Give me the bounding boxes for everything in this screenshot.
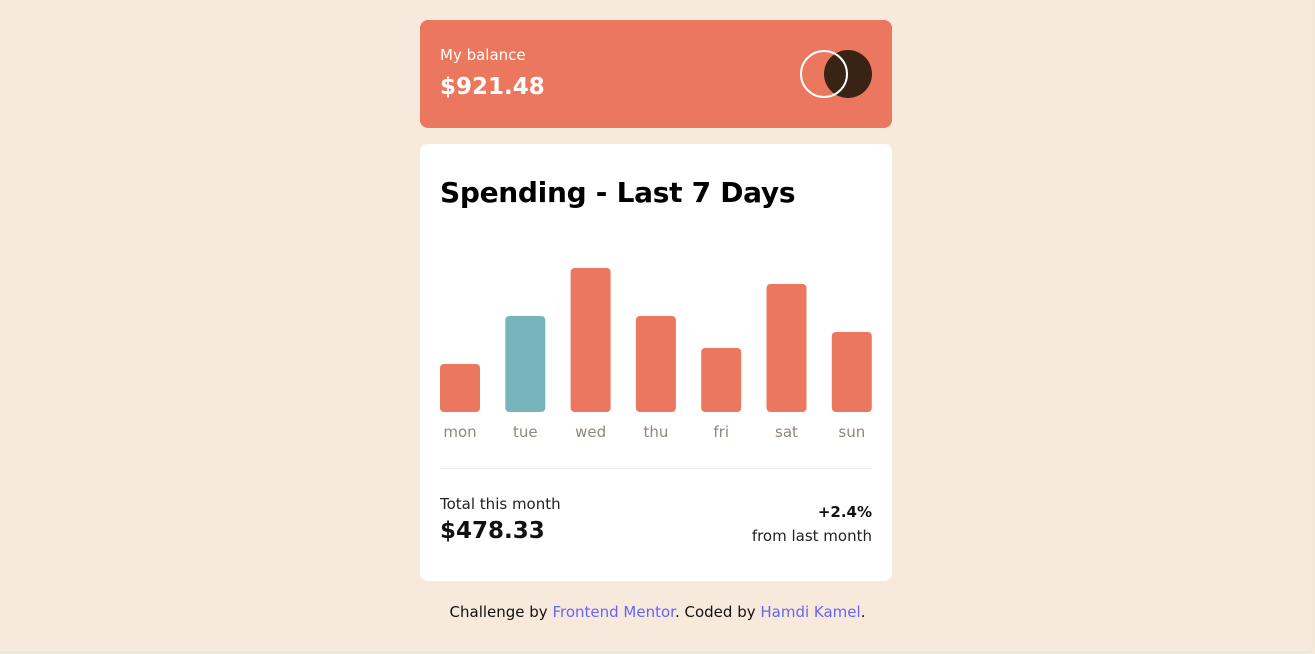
frontend-mentor-link[interactable]: Frontend Mentor [552,603,675,621]
spending-card: Spending - Last 7 Days mon tue wed thu fri sa… [420,144,892,581]
day-label-thu: thu [643,423,668,441]
change-label: from last month [751,527,872,545]
total-amount: $478.33 [440,518,545,544]
day-label-tue: tue [513,423,538,441]
day-label-wed: wed [575,423,606,441]
attribution: Challenge by Frontend Mentor. Coded by H… [0,603,1315,621]
attribution-middle: . Coded by [674,603,756,621]
divider [440,468,872,469]
total-label: Total this month [440,495,561,513]
attribution-prefix: Challenge by [449,603,548,621]
author-link[interactable]: Hamdi Kamel [760,603,860,621]
bar-fri[interactable] [701,348,742,412]
day-label-fri: fri [713,423,729,441]
day-label-sat: sat [775,423,798,441]
change-percentage: +2.4% [817,503,872,521]
bar-sun[interactable] [831,332,872,412]
bar-tue[interactable] [505,316,546,412]
logo-icon [800,50,872,98]
day-label-mon: mon [443,423,476,441]
bar-mon[interactable] [440,364,480,412]
attribution-suffix: . [860,603,866,621]
spending-bar-chart: mon tue wed thu fri sat sun [440,268,872,441]
balance-card: My balance $921.48 [420,20,892,128]
day-label-sun: sun [838,423,865,441]
bar-wed[interactable] [570,268,611,412]
bar-thu[interactable] [635,316,676,412]
bar-sat[interactable] [766,284,807,412]
